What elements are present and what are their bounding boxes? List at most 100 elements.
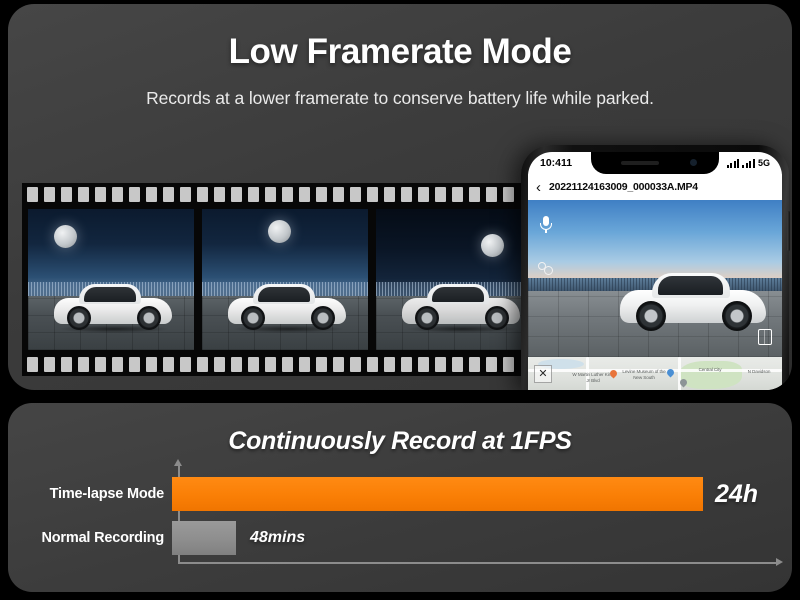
- moon-icon: [268, 220, 291, 243]
- wifi-signal-icon: [742, 158, 755, 168]
- moon-icon: [481, 234, 504, 257]
- map-pin-icon[interactable]: [667, 369, 674, 378]
- back-icon[interactable]: ‹: [536, 180, 541, 195]
- car-graphic: [402, 280, 520, 333]
- film-perforation: [333, 187, 344, 202]
- film-perforation: [265, 187, 276, 202]
- network-type-label: 5G: [757, 158, 770, 168]
- film-perforation: [367, 357, 378, 372]
- film-perforation: [180, 357, 191, 372]
- film-perforation: [299, 187, 310, 202]
- phone-side-button[interactable]: [787, 211, 790, 251]
- chart-x-axis: [178, 562, 778, 564]
- car-windows: [658, 276, 723, 295]
- film-perforation: [435, 187, 446, 202]
- bar-normal: [172, 521, 236, 555]
- video-player[interactable]: [528, 200, 782, 357]
- film-perforation: [367, 187, 378, 202]
- video-car: [620, 269, 766, 331]
- bar-timelapse: [172, 477, 703, 511]
- promo-page: Low Framerate Mode Records at a lower fr…: [0, 0, 800, 600]
- film-frame: [376, 209, 542, 350]
- film-perforation: [27, 357, 38, 372]
- film-perforation: [503, 357, 514, 372]
- bar-value-label: 24h: [715, 479, 759, 508]
- film-perforation: [95, 187, 106, 202]
- film-perforation: [503, 187, 514, 202]
- film-perforation: [27, 187, 38, 202]
- film-perforation: [248, 357, 259, 372]
- film-frame: [28, 209, 194, 350]
- close-icon[interactable]: ✕: [534, 365, 552, 383]
- chart-x-axis-arrow: [776, 558, 783, 566]
- film-perforation: [129, 187, 140, 202]
- map-pin-icon[interactable]: [680, 379, 687, 388]
- chart-title: Continuously Record at 1FPS: [228, 427, 572, 455]
- car-windows: [258, 287, 310, 302]
- document-icon[interactable]: [758, 329, 772, 345]
- map-pin-icon[interactable]: [610, 370, 617, 379]
- film-perforation: [180, 187, 191, 202]
- film-perforation: [435, 357, 446, 372]
- video-filename: 20221124163009_000033A.MP4: [549, 181, 698, 193]
- status-bar: 10:411 5G: [528, 152, 782, 174]
- film-perforation: [265, 357, 276, 372]
- car-wheel-rear: [311, 306, 335, 330]
- film-perforation: [486, 357, 497, 372]
- car-windows: [84, 287, 136, 302]
- car-wheel-rear: [485, 306, 509, 330]
- film-perforation: [350, 357, 361, 372]
- map-label: W Martin Luther King Jr Blvd: [572, 372, 614, 383]
- chart-panel: Continuously Record at 1FPS Time-lapse M…: [8, 403, 792, 592]
- settings-icon[interactable]: [538, 262, 556, 276]
- film-perforations-top: [22, 187, 542, 202]
- microphone-icon[interactable]: [540, 216, 552, 233]
- film-perforation: [452, 357, 463, 372]
- film-perforation: [78, 357, 89, 372]
- film-perforation: [61, 357, 72, 372]
- film-perforation: [61, 187, 72, 202]
- status-time: 10:411: [540, 157, 573, 169]
- map-overlay[interactable]: W Martin Luther King Jr Blvd Levine Muse…: [528, 357, 782, 390]
- car-wheel-front: [67, 306, 91, 330]
- film-perforations-bottom: [22, 357, 542, 372]
- film-perforation: [384, 357, 395, 372]
- film-strip: [22, 183, 542, 376]
- film-perforation: [112, 357, 123, 372]
- film-perforation: [163, 187, 174, 202]
- film-perforation: [316, 357, 327, 372]
- film-perforation: [282, 187, 293, 202]
- car-wheel-front: [241, 306, 265, 330]
- film-perforation: [401, 357, 412, 372]
- film-frames: [22, 209, 542, 350]
- film-perforation: [197, 357, 208, 372]
- cellular-signal-icon: [726, 158, 740, 168]
- film-perforation: [469, 357, 480, 372]
- bar-chart: Time-lapse Mode 24h Normal Recording 48m…: [8, 459, 792, 585]
- film-perforation: [384, 187, 395, 202]
- top-panel: Low Framerate Mode Records at a lower fr…: [8, 4, 792, 390]
- film-perforation: [231, 357, 242, 372]
- phone-screen: 10:411 5G ‹ 20221124163009_000033A.MP4 W…: [528, 152, 782, 390]
- car-wheel-rear: [722, 301, 752, 331]
- film-perforation: [452, 187, 463, 202]
- page-title: Low Framerate Mode: [228, 32, 572, 71]
- car-wheel-rear: [137, 306, 161, 330]
- chart-y-axis-arrow: [174, 459, 182, 466]
- film-perforation: [214, 187, 225, 202]
- phone-mockup: 10:411 5G ‹ 20221124163009_000033A.MP4 W…: [521, 145, 790, 390]
- chart-bar-row: Normal Recording 48mins: [8, 521, 792, 555]
- car-graphic: [228, 280, 346, 333]
- film-perforation: [350, 187, 361, 202]
- film-perforation: [401, 187, 412, 202]
- film-perforation: [333, 357, 344, 372]
- map-park: [680, 361, 742, 389]
- bar-category-label: Normal Recording: [41, 530, 165, 546]
- status-indicators: 5G: [726, 158, 770, 168]
- map-label: N Davidson: [747, 369, 771, 374]
- film-perforation: [469, 187, 480, 202]
- film-perforation: [146, 357, 157, 372]
- video-nav-bar: ‹ 20221124163009_000033A.MP4: [528, 174, 782, 200]
- film-perforation: [44, 357, 55, 372]
- film-perforation: [146, 187, 157, 202]
